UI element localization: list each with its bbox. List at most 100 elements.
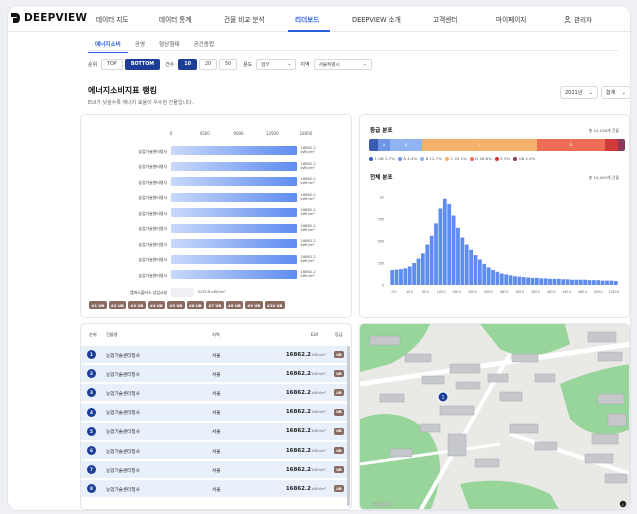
tab-public[interactable]: 공영 [128, 40, 152, 53]
histogram-bar[interactable] [438, 208, 443, 285]
histogram-bar[interactable] [469, 249, 474, 285]
ranking-bar[interactable] [171, 161, 298, 171]
histogram-bar[interactable] [591, 280, 596, 285]
histogram-bar[interactable] [434, 223, 438, 285]
ranking-bar[interactable] [171, 192, 298, 202]
grade-segment[interactable] [617, 139, 625, 151]
brand-logo[interactable]: DEEPVIEW [10, 12, 87, 24]
nav-building-compare[interactable]: 건물 비교 분석 [224, 14, 265, 24]
count-20-button[interactable]: 20 [198, 59, 218, 70]
table-row[interactable]: 3 농업기술센터청사 서울 16862.2kWh/m² UB [81, 384, 350, 403]
histogram-bar[interactable] [486, 267, 491, 285]
nav-data-map[interactable]: 데이터 지도 [96, 14, 128, 24]
histogram-bar[interactable] [429, 235, 434, 285]
avg-bar[interactable] [171, 287, 195, 297]
histogram-bar[interactable] [583, 279, 588, 285]
table-row[interactable]: 6 농업기술센터청사 서울 16862.2kWh/m² UB [81, 442, 350, 460]
ranking-bar[interactable] [171, 254, 298, 264]
histogram-bar[interactable] [548, 278, 552, 285]
table-row[interactable]: 7 농업기술센터청사 서울 16862.2kWh/m² UB [81, 461, 350, 480]
nav-leaderboard[interactable]: 리더보드 [295, 14, 319, 24]
histogram-bar[interactable] [561, 279, 566, 285]
ub-badge[interactable]: #9 UB [245, 301, 263, 309]
table-row[interactable]: 1 농업기술센터청사 서울 16862.2kWh/m² UB [81, 346, 350, 364]
histogram-bar[interactable] [499, 273, 504, 285]
histogram-bar[interactable] [420, 253, 425, 285]
histogram-bar[interactable] [403, 268, 408, 285]
histogram-bar[interactable] [526, 277, 531, 285]
nav-support[interactable]: 고객센터 [433, 14, 457, 24]
histogram-bar[interactable] [613, 281, 618, 285]
map-canvas[interactable]: 1 i mapbox [360, 324, 630, 510]
histogram-bar[interactable] [556, 278, 561, 285]
histogram-bar[interactable] [508, 275, 513, 285]
ranking-bar[interactable] [171, 177, 298, 186]
order-bottom-button[interactable]: BOTTOM [124, 59, 161, 70]
histogram-bar[interactable] [425, 244, 430, 285]
tab-space[interactable]: 공간종합 [187, 40, 222, 53]
table-scrollbar[interactable] [347, 346, 350, 506]
histogram-bar[interactable] [464, 244, 469, 285]
histogram-bar[interactable] [609, 280, 614, 285]
histogram-bar[interactable] [390, 270, 395, 285]
tab-shape[interactable]: 형상형태 [152, 40, 187, 53]
ub-badge[interactable]: #8 UB [225, 301, 243, 309]
histogram-bar[interactable] [530, 277, 535, 285]
histogram-bar[interactable] [539, 278, 544, 285]
order-top-button[interactable]: TOP [101, 59, 123, 70]
grade-segment[interactable]: B [389, 139, 423, 151]
nav-about[interactable]: DEEPVIEW 소개 [352, 14, 401, 24]
table-row[interactable]: 2 농업기술센터청사 서울 16862.2kWh/m² UB [81, 365, 350, 384]
ub-badge[interactable]: #5 UB [167, 301, 185, 309]
histogram-bar[interactable] [407, 266, 412, 285]
histogram-bar[interactable] [543, 278, 548, 285]
ub-badge[interactable]: #10 UB [264, 301, 285, 309]
ub-badge[interactable]: #4 UB [147, 301, 165, 309]
histogram-bar[interactable] [394, 269, 399, 285]
info-icon[interactable]: i [623, 502, 624, 507]
histogram-bar[interactable] [482, 263, 487, 285]
region-select[interactable]: 서울특별시 ⌄ [313, 59, 372, 70]
ranking-bar[interactable] [171, 208, 298, 217]
histogram-bar[interactable] [442, 198, 447, 285]
histogram-bar[interactable] [552, 278, 557, 285]
grade-segment[interactable]: C [422, 139, 538, 151]
histogram-bar[interactable] [477, 259, 482, 285]
grade-segment[interactable] [604, 139, 618, 151]
histogram-bar[interactable] [574, 279, 579, 285]
ub-badge[interactable]: #1 UB [89, 301, 107, 309]
histogram-bar[interactable] [534, 277, 539, 285]
histogram-bar[interactable] [473, 255, 478, 285]
histogram-bar[interactable] [596, 280, 601, 285]
count-10-button[interactable]: 10 [178, 59, 197, 70]
ranking-bar[interactable] [171, 146, 298, 155]
histogram-bar[interactable] [605, 280, 609, 285]
ub-badge[interactable]: #6 UB [186, 301, 204, 309]
grade-segment[interactable] [369, 139, 379, 151]
ub-badge[interactable]: #2 UB [108, 301, 126, 309]
histogram-bar[interactable] [587, 280, 592, 285]
ranking-bar[interactable] [171, 239, 298, 248]
histogram-bar[interactable] [451, 215, 456, 285]
histogram-bar[interactable] [416, 258, 421, 285]
histogram-bar[interactable] [570, 279, 574, 285]
histogram-bar[interactable] [578, 279, 583, 285]
histogram-bar[interactable] [447, 204, 452, 285]
year-select[interactable]: 2021년 ⌄ [560, 86, 598, 99]
histogram-bar[interactable] [504, 274, 509, 285]
count-50-button[interactable]: 50 [219, 59, 238, 70]
histogram-bar[interactable] [491, 270, 495, 285]
ub-badge[interactable]: #7 UB [206, 301, 224, 309]
histogram-bar[interactable] [495, 271, 500, 285]
histogram-bar[interactable] [460, 237, 465, 285]
use-select[interactable]: 업무 ⌄ [256, 59, 297, 70]
user-menu[interactable]: 관리자 [564, 14, 592, 24]
histogram-bar[interactable] [517, 276, 522, 285]
map-card[interactable]: 1 i mapbox [359, 323, 630, 510]
table-row[interactable]: 5 농업기술센터청사 서울 16862.2kWh/m² UB [81, 422, 350, 441]
histogram-bar[interactable] [600, 280, 605, 285]
histogram-bar[interactable] [565, 279, 570, 285]
histogram-bar[interactable] [456, 227, 460, 285]
histogram-bar[interactable] [412, 263, 417, 285]
table-row[interactable]: 8 농업기술센터청사 서울 16862.2kWh/m² UB [81, 480, 350, 499]
